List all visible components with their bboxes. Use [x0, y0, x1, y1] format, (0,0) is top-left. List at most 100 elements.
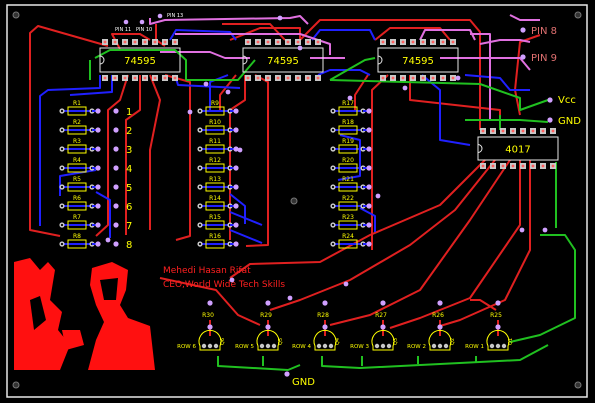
- transistor-designator: Q2: [450, 338, 456, 345]
- credit-block: Mehedi Hasan Rifat CEO,World Wide Tech S…: [163, 266, 285, 290]
- resistor-r7: R7 7: [59, 214, 132, 232]
- resistor-label: R4: [73, 157, 81, 164]
- gnd-top-label: GND: [558, 116, 581, 127]
- ic-label: 74595: [267, 56, 299, 67]
- pin13-label: PIN 13: [167, 13, 183, 19]
- resistor-r6: R6 6: [59, 195, 132, 213]
- resistor-r20: R20: [330, 157, 372, 173]
- row-label: ROW 3: [350, 344, 369, 350]
- pin10-label: PIN 10: [136, 27, 152, 33]
- resistor-r23: R23: [330, 214, 372, 230]
- resistor-r22: R22: [330, 195, 372, 211]
- row-transistors: R30 ROW 6 Q6 R29 ROW 5 Q5 R28 ROW 4 Q4 R27 ROW 3 Q3…: [177, 300, 514, 351]
- resistor-label: R12: [209, 157, 221, 164]
- resistor-r2: R2 2: [59, 119, 132, 137]
- resistor-r19: R19: [330, 138, 372, 154]
- mount-hole-center: [290, 197, 298, 205]
- resistor-label: R2: [73, 119, 81, 126]
- resistor-r13: R13: [197, 176, 239, 192]
- row-resistor-label: R26: [432, 312, 444, 319]
- pin11-label: PIN 11: [115, 27, 131, 33]
- resistor-r1: R1 1: [59, 100, 132, 118]
- credit-name: Mehedi Hasan Rifat: [163, 266, 251, 276]
- resistor-label: R7: [73, 214, 81, 221]
- resistor-label: R18: [342, 119, 354, 126]
- column-number: 1: [126, 107, 132, 118]
- resistor-label: R13: [209, 176, 221, 183]
- resistor-r5: R5 5: [59, 176, 132, 194]
- resistor-r17: R17: [330, 100, 372, 116]
- row-label: ROW 2: [407, 344, 426, 350]
- resistor-label: R5: [73, 176, 81, 183]
- resistor-label: R22: [342, 195, 354, 202]
- resistor-array: R11R22R33R44R55R66R77R88R9R10R11R12R13R1…: [59, 100, 372, 251]
- mount-hole-tl: [12, 11, 20, 19]
- row-label: ROW 5: [235, 344, 254, 350]
- column-number: 3: [126, 145, 132, 156]
- resistor-label: R15: [209, 214, 221, 221]
- row-resistor-label: R30: [202, 312, 214, 319]
- portrait-image: [14, 258, 159, 370]
- column-number: 2: [126, 126, 132, 137]
- pin9-label: PIN 9: [531, 53, 557, 64]
- pcb-board: 74595 74595 745954017 R11R22R33R44R55R66R7…: [6, 4, 588, 398]
- row-label: ROW 1: [465, 344, 484, 350]
- resistor-r12: R12: [197, 157, 239, 173]
- row-transistor-2: R26 ROW 2 Q2: [407, 300, 456, 351]
- row-label: ROW 4: [292, 344, 311, 350]
- resistor-label: R20: [342, 157, 354, 164]
- resistor-label: R11: [209, 138, 221, 145]
- column-number: 4: [126, 164, 132, 175]
- resistor-r15: R15: [197, 214, 239, 230]
- resistor-label: R21: [342, 176, 354, 183]
- resistor-label: R10: [209, 119, 221, 126]
- transistor-designator: Q6: [220, 338, 226, 345]
- ic-chip-1: 74595: [99, 39, 181, 81]
- credit-title: CEO,World Wide Tech Skills: [163, 280, 285, 290]
- row-resistor-label: R27: [375, 312, 387, 319]
- resistor-r21: R21: [330, 176, 372, 192]
- resistor-r10: R10: [197, 119, 239, 135]
- column-number: 5: [126, 183, 132, 194]
- row-transistor-3: R27 ROW 3 Q3: [350, 300, 399, 351]
- column-number: 7: [126, 221, 132, 232]
- transistor-designator: Q3: [393, 338, 399, 345]
- row-resistor-label: R25: [490, 312, 502, 319]
- resistor-label: R16: [209, 233, 221, 240]
- resistor-label: R3: [73, 138, 81, 145]
- resistor-label: R1: [73, 100, 81, 107]
- resistor-r3: R3 3: [59, 138, 132, 156]
- transistor-designator: Q5: [278, 338, 284, 345]
- row-transistor-4: R28 ROW 4 Q4: [292, 300, 341, 351]
- transistor-designator: Q1: [508, 338, 514, 345]
- resistor-r16: R16: [197, 233, 239, 249]
- mount-hole-bl: [12, 381, 20, 389]
- row-resistor-label: R28: [317, 312, 329, 319]
- resistor-label: R14: [209, 195, 221, 202]
- resistor-r4: R4 4: [59, 157, 132, 175]
- resistor-label: R17: [342, 100, 354, 107]
- ic-label: 74595: [124, 56, 156, 67]
- resistor-r18: R18: [330, 119, 372, 135]
- mount-hole-tr: [574, 11, 582, 19]
- row-resistor-label: R29: [260, 312, 272, 319]
- resistor-label: R24: [342, 233, 354, 240]
- row-transistor-6: R30 ROW 6 Q6: [177, 300, 226, 351]
- ic-chip-3: 74595: [377, 39, 459, 81]
- resistor-label: R23: [342, 214, 354, 221]
- row-label: ROW 6: [177, 344, 196, 350]
- column-number: 8: [126, 240, 132, 251]
- gnd-bottom-label: GND: [292, 377, 315, 388]
- transistor-designator: Q4: [335, 338, 341, 345]
- resistor-label: R9: [211, 100, 219, 107]
- column-number: 6: [126, 202, 132, 213]
- resistor-r14: R14: [197, 195, 239, 211]
- mount-hole-br: [574, 381, 582, 389]
- ic-label: 74595: [402, 56, 434, 67]
- pin8-label: PIN 8: [531, 26, 557, 37]
- resistor-label: R19: [342, 138, 354, 145]
- resistor-label: R8: [73, 233, 81, 240]
- resistor-r11: R11: [197, 138, 239, 154]
- ic-chip-4: 4017: [477, 128, 559, 169]
- resistor-label: R6: [73, 195, 81, 202]
